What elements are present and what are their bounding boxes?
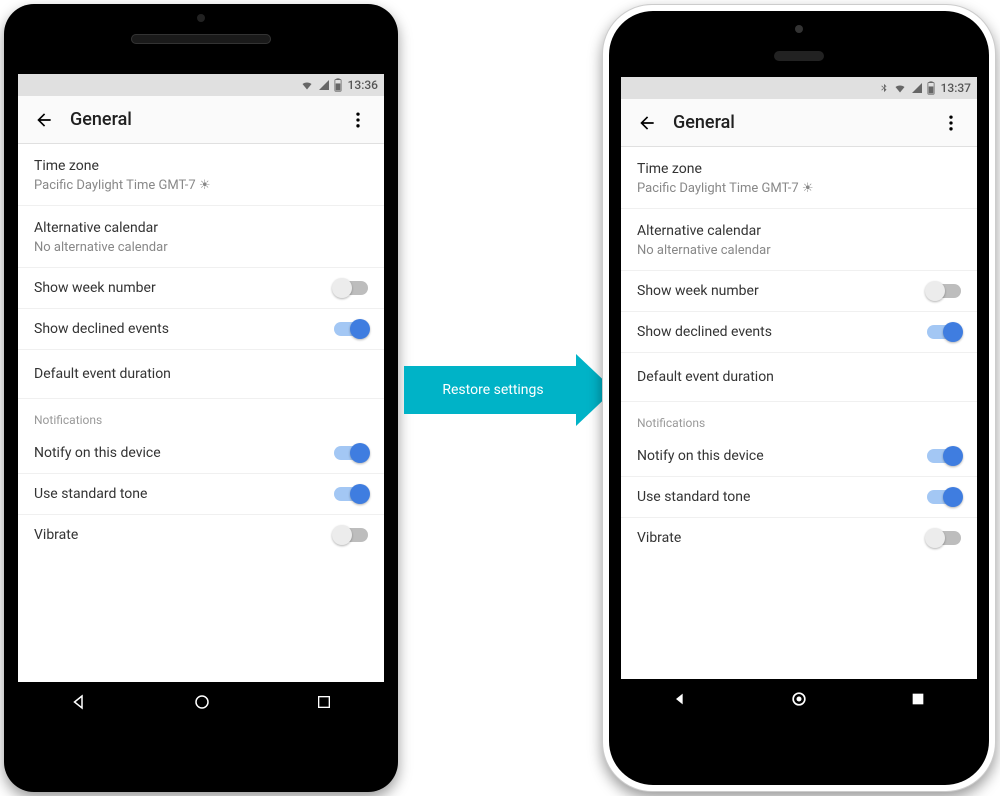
setting-title: Notify on this device [34, 445, 334, 461]
setting-value: No alternative calendar [637, 243, 961, 258]
battery-icon [927, 81, 935, 95]
back-button[interactable] [629, 105, 665, 141]
setting-value: No alternative calendar [34, 240, 368, 255]
setting-title: Alternative calendar [637, 223, 961, 239]
setting-title: Time zone [34, 158, 368, 174]
setting-alt-calendar[interactable]: Alternative calendar No alternative cale… [621, 209, 977, 271]
setting-title: Default event duration [637, 369, 961, 385]
battery-icon [334, 78, 342, 92]
status-bar: 13:36 [18, 74, 384, 96]
setting-timezone[interactable]: Time zone Pacific Daylight Time GMT-7 ☀ [621, 147, 977, 209]
toggle-standard-tone[interactable] [927, 490, 961, 504]
screen-target: 13:37 General Time zone Pacific Daylight… [621, 77, 977, 719]
setting-default-duration[interactable]: Default event duration [18, 350, 384, 399]
phone-target: 13:37 General Time zone Pacific Daylight… [602, 4, 996, 792]
toggle-week-number[interactable] [334, 281, 368, 295]
setting-week-number[interactable]: Show week number [621, 271, 977, 312]
restore-arrow-label: Restore settings [404, 366, 576, 414]
toggle-notify-device[interactable] [927, 449, 961, 463]
settings-list: Time zone Pacific Daylight Time GMT-7 ☀ … [621, 147, 977, 558]
overflow-menu-button[interactable] [933, 105, 969, 141]
setting-vibrate[interactable]: Vibrate [18, 515, 384, 555]
earpiece [131, 34, 271, 44]
setting-title: Use standard tone [34, 486, 334, 502]
front-camera [197, 14, 205, 22]
section-header-notifications: Notifications [621, 402, 977, 436]
nav-home-icon[interactable] [193, 693, 211, 711]
setting-title: Show week number [637, 283, 927, 299]
back-button[interactable] [26, 102, 62, 138]
setting-title: Show week number [34, 280, 334, 296]
setting-title: Alternative calendar [34, 220, 368, 236]
toggle-vibrate[interactable] [334, 528, 368, 542]
toggle-standard-tone[interactable] [334, 487, 368, 501]
nav-back-icon[interactable] [70, 693, 88, 711]
android-nav-bar [621, 679, 977, 719]
nav-back-icon[interactable] [672, 691, 688, 707]
earpiece [774, 51, 824, 61]
setting-title: Notify on this device [637, 448, 927, 464]
wifi-icon [300, 79, 314, 91]
setting-title: Show declined events [34, 321, 334, 337]
front-camera [795, 25, 803, 33]
status-clock: 13:36 [348, 78, 378, 92]
nav-home-icon[interactable] [789, 689, 809, 709]
screen-source: 13:36 General Time zone Pacific Daylight… [18, 74, 384, 722]
toggle-notify-device[interactable] [334, 446, 368, 460]
cell-signal-icon [318, 79, 330, 91]
setting-title: Time zone [637, 161, 961, 177]
status-bar: 13:37 [621, 77, 977, 99]
setting-title: Vibrate [637, 530, 927, 546]
setting-title: Use standard tone [637, 489, 927, 505]
setting-week-number[interactable]: Show week number [18, 268, 384, 309]
android-nav-bar [18, 682, 384, 722]
toggle-vibrate[interactable] [927, 531, 961, 545]
setting-value: Pacific Daylight Time GMT-7 ☀ [637, 181, 961, 196]
app-bar: General [621, 99, 977, 147]
setting-notify-device[interactable]: Notify on this device [18, 433, 384, 474]
setting-standard-tone[interactable]: Use standard tone [621, 477, 977, 518]
wifi-icon [893, 82, 907, 94]
toggle-week-number[interactable] [927, 284, 961, 298]
status-clock: 13:37 [941, 81, 971, 95]
nav-recent-icon[interactable] [316, 694, 332, 710]
setting-declined-events[interactable]: Show declined events [18, 309, 384, 350]
setting-alt-calendar[interactable]: Alternative calendar No alternative cale… [18, 206, 384, 268]
phone-source: 13:36 General Time zone Pacific Daylight… [4, 4, 398, 792]
overflow-menu-button[interactable] [340, 102, 376, 138]
setting-value: Pacific Daylight Time GMT-7 ☀ [34, 178, 368, 193]
toggle-declined-events[interactable] [334, 322, 368, 336]
app-bar: General [18, 96, 384, 144]
toggle-declined-events[interactable] [927, 325, 961, 339]
bluetooth-icon [879, 81, 889, 95]
setting-notify-device[interactable]: Notify on this device [621, 436, 977, 477]
restore-arrow: Restore settings [404, 360, 614, 420]
settings-list: Time zone Pacific Daylight Time GMT-7 ☀ … [18, 144, 384, 555]
setting-vibrate[interactable]: Vibrate [621, 518, 977, 558]
nav-recent-icon[interactable] [910, 691, 926, 707]
setting-standard-tone[interactable]: Use standard tone [18, 474, 384, 515]
setting-timezone[interactable]: Time zone Pacific Daylight Time GMT-7 ☀ [18, 144, 384, 206]
setting-declined-events[interactable]: Show declined events [621, 312, 977, 353]
cell-signal-icon [911, 82, 923, 94]
setting-title: Show declined events [637, 324, 927, 340]
setting-title: Vibrate [34, 527, 334, 543]
page-title: General [62, 109, 340, 130]
setting-title: Default event duration [34, 366, 368, 382]
page-title: General [665, 112, 933, 133]
setting-default-duration[interactable]: Default event duration [621, 353, 977, 402]
section-header-notifications: Notifications [18, 399, 384, 433]
